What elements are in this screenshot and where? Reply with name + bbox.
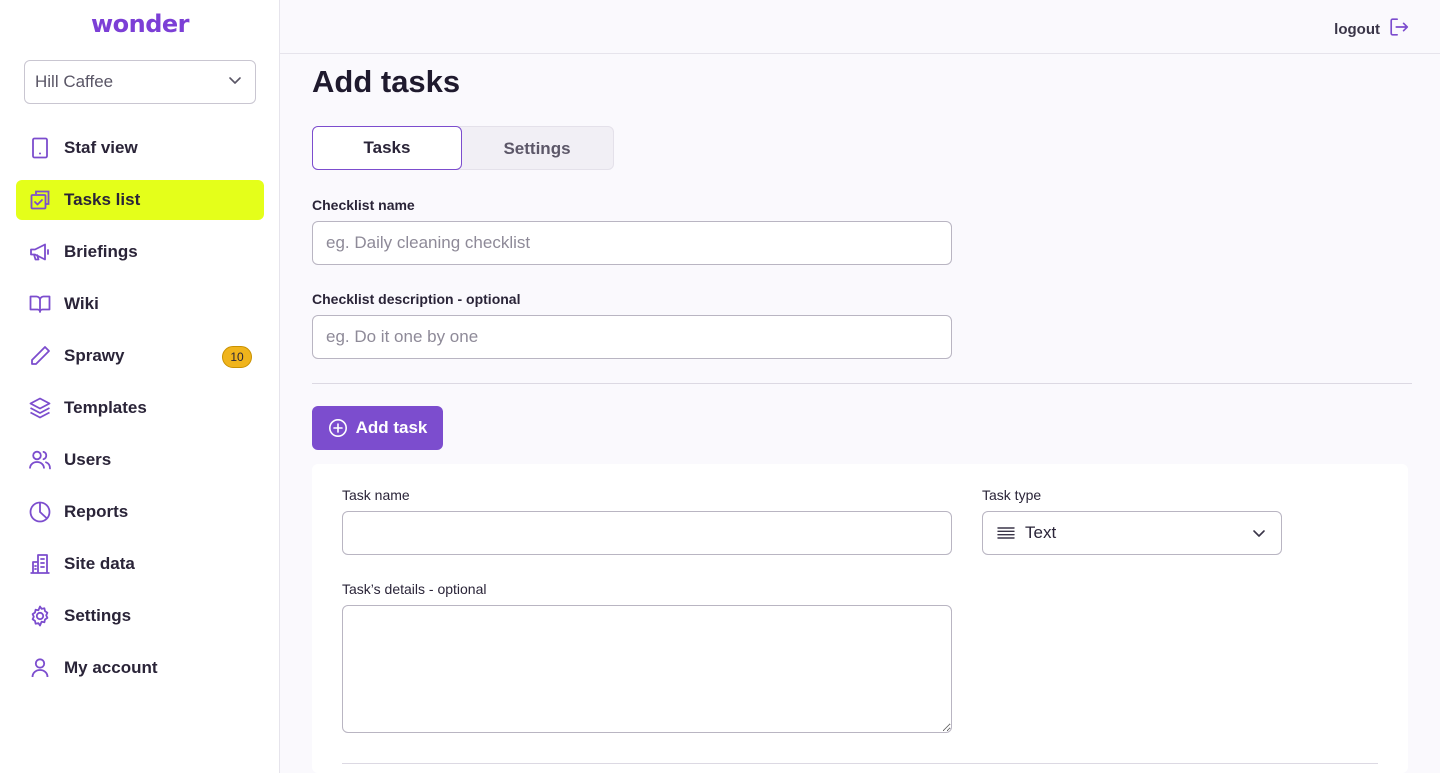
- task-details-label: Task’s details - optional: [342, 581, 487, 597]
- section-divider: [312, 383, 1412, 384]
- page-title: Add tasks: [312, 64, 461, 99]
- sidebar-item-label: Site data: [64, 554, 135, 573]
- book-open-icon: [28, 292, 52, 316]
- add-task-label: Add task: [355, 418, 428, 437]
- pencil-icon: [28, 344, 52, 368]
- task-name-label: Task name: [342, 487, 410, 503]
- megaphone-icon: [28, 240, 52, 264]
- sidebar-item-label: My account: [64, 658, 158, 677]
- site-select[interactable]: Hill Caffee: [24, 60, 256, 104]
- tab-tasks[interactable]: Tasks: [312, 126, 462, 170]
- top-bar: logout: [280, 0, 1440, 54]
- gear-icon: [28, 604, 52, 628]
- sidebar-item-briefings[interactable]: Briefings: [16, 232, 264, 272]
- task-name-input[interactable]: [342, 511, 952, 555]
- task-type-value: Text: [1025, 523, 1057, 542]
- user-icon: [28, 656, 52, 680]
- site-select-value: Hill Caffee: [35, 72, 114, 91]
- sidebar-item-site-data[interactable]: Site data: [16, 544, 264, 584]
- chevron-down-icon: [227, 72, 243, 93]
- checklist-description-label: Checklist description - optional: [312, 291, 521, 307]
- sidebar-item-my-account[interactable]: My account: [16, 648, 264, 688]
- sidebar-item-label: Templates: [64, 398, 147, 417]
- text-lines-icon: [997, 525, 1015, 541]
- sidebar-item-label: Reports: [64, 502, 129, 521]
- logout-label: logout: [1334, 20, 1380, 38]
- logout-icon: [1380, 16, 1410, 42]
- tabs: Tasks Settings: [312, 126, 614, 170]
- sidebar-item-label: Sprawy: [64, 346, 125, 365]
- layers-icon: [28, 396, 52, 420]
- task-details-textarea[interactable]: [342, 605, 952, 733]
- task-type-label: Task type: [982, 487, 1042, 503]
- task-card-divider: [342, 763, 1378, 764]
- sidebar-item-reports[interactable]: Reports: [16, 492, 264, 532]
- add-task-button[interactable]: Add task: [312, 406, 443, 450]
- sidebar-item-label: Briefings: [64, 242, 138, 261]
- sidebar-item-settings[interactable]: Settings: [16, 596, 264, 636]
- sidebar-nav: Staf view Tasks list Briefings Wiki Spra…: [16, 128, 264, 700]
- sidebar-item-sprawy[interactable]: Sprawy 10: [16, 336, 264, 376]
- logout-button[interactable]: logout: [1334, 16, 1410, 42]
- sidebar-item-label: Wiki: [64, 294, 99, 313]
- count-badge: 10: [222, 346, 252, 368]
- sidebar-item-label: Tasks list: [64, 190, 141, 209]
- sidebar-item-wiki[interactable]: Wiki: [16, 284, 264, 324]
- sidebar-item-tasks-list[interactable]: Tasks list: [16, 180, 264, 220]
- pie-chart-icon: [28, 500, 52, 524]
- tasks-checklist-icon: [28, 188, 52, 212]
- checklist-name-input[interactable]: [312, 221, 952, 265]
- checklist-description-input[interactable]: [312, 315, 952, 359]
- sidebar-item-staf-view[interactable]: Staf view: [16, 128, 264, 168]
- sidebar-item-users[interactable]: Users: [16, 440, 264, 480]
- tablet-icon: [28, 136, 52, 160]
- sidebar-item-label: Users: [64, 450, 112, 469]
- building-icon: [28, 552, 52, 576]
- sidebar-item-templates[interactable]: Templates: [16, 388, 264, 428]
- sidebar-item-label: Settings: [64, 606, 132, 625]
- plus-circle-icon: [328, 418, 356, 438]
- sidebar-item-label: Staf view: [64, 138, 138, 157]
- task-type-select[interactable]: Text: [982, 511, 1282, 555]
- tab-settings[interactable]: Settings: [462, 127, 612, 171]
- chevron-down-icon: [1251, 525, 1267, 541]
- sidebar: wonder Hill Caffee Staf view Tasks list …: [0, 0, 280, 773]
- checklist-name-label: Checklist name: [312, 197, 415, 213]
- users-icon: [28, 448, 52, 472]
- wonder-logo[interactable]: wonder: [0, 10, 280, 38]
